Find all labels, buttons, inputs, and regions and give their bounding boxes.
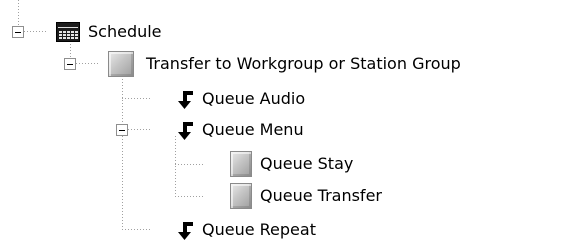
tree-node-queue-repeat[interactable]: Queue Repeat xyxy=(176,218,316,242)
expand-collapse-toggle-queue-menu[interactable] xyxy=(116,124,128,136)
queue-arrow-icon xyxy=(178,91,193,109)
calendar-icon xyxy=(56,22,80,42)
tree-node-label: Schedule xyxy=(88,22,162,41)
tree-node-queue-audio[interactable]: Queue Audio xyxy=(176,87,305,111)
tree-node-label: Queue Menu xyxy=(202,120,304,139)
tree-node-label: Queue Transfer xyxy=(260,186,382,205)
tree-node-label: Queue Audio xyxy=(202,89,306,108)
gray-box-icon xyxy=(108,51,134,77)
tree-node-queue-transfer[interactable]: Queue Transfer xyxy=(230,183,382,209)
gray-box-icon xyxy=(230,151,252,177)
tree-node-label: Queue Stay xyxy=(260,154,354,173)
expand-collapse-toggle-transfer[interactable] xyxy=(64,58,76,70)
tree-node-queue-stay[interactable]: Queue Stay xyxy=(230,151,354,177)
tree-node-queue-menu[interactable]: Queue Menu xyxy=(176,118,304,142)
gray-box-icon xyxy=(230,183,252,209)
tree-node-schedule[interactable]: Schedule xyxy=(56,20,162,44)
tree-node-label: Queue Repeat xyxy=(202,220,316,239)
tree-node-transfer-to-workgroup[interactable]: Transfer to Workgroup or Station Group xyxy=(108,51,461,77)
expand-collapse-toggle-schedule[interactable] xyxy=(12,26,24,38)
queue-arrow-icon xyxy=(178,122,193,140)
tree-node-label: Transfer to Workgroup or Station Group xyxy=(146,54,461,73)
tree-view: Schedule Transfer to Workgroup or Statio… xyxy=(0,0,566,244)
queue-arrow-icon xyxy=(178,222,193,240)
